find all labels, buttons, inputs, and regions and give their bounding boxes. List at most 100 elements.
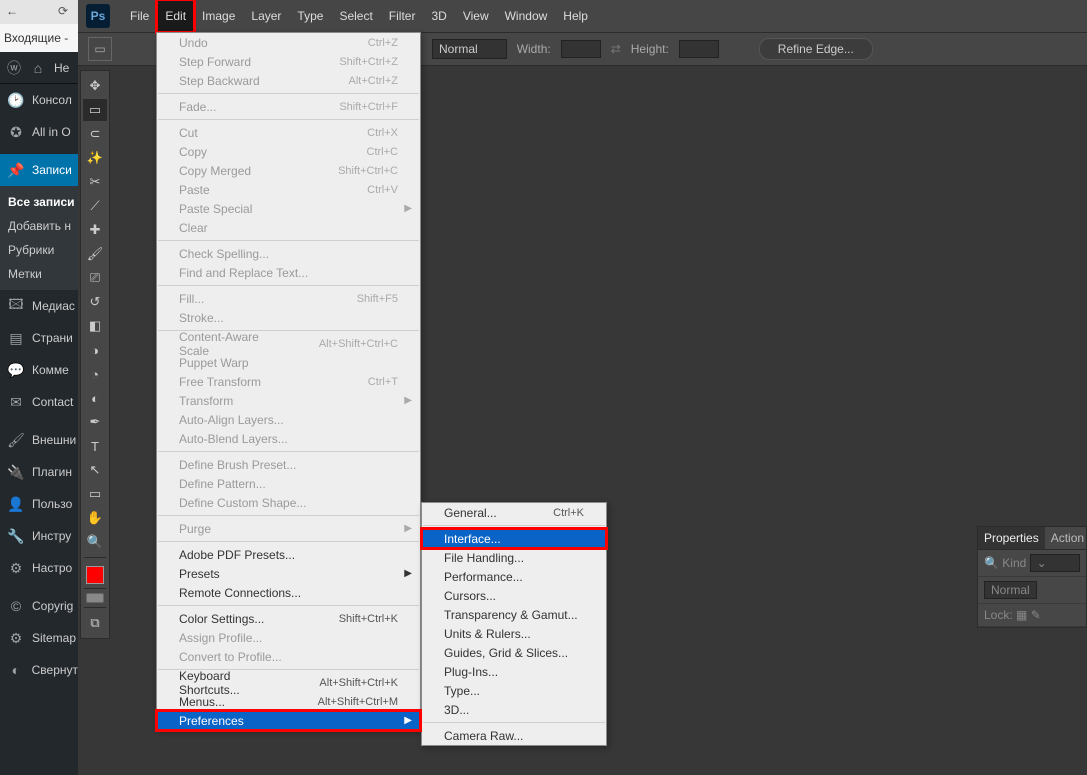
preferences-menu-item[interactable]: Units & Rulers...	[422, 624, 606, 643]
wp-menu-icon: ◐	[8, 662, 24, 678]
menu-item-shortcut: Ctrl+K	[553, 507, 584, 519]
browser-tab[interactable]: Входящие -	[0, 24, 78, 52]
wand-tool[interactable]: ✨	[83, 147, 107, 169]
edit-menu-item: Assign Profile...	[157, 628, 420, 647]
kind-select[interactable]: ⌄	[1030, 554, 1080, 572]
quickmask-toggle[interactable]	[86, 593, 104, 603]
edit-menu-item: Paste Special▶	[157, 199, 420, 218]
wp-submenu-item[interactable]: Метки	[8, 262, 78, 286]
kind-label: Kind	[1002, 556, 1026, 570]
foreground-color-swatch[interactable]	[86, 566, 104, 584]
brush-tool[interactable]: 🖌	[83, 243, 107, 265]
browser-refresh-icon[interactable]: ⟳	[58, 4, 68, 18]
eyedrop-tool[interactable]: ⟋	[83, 195, 107, 217]
hand-tool[interactable]: ✋	[83, 507, 107, 529]
menu-type[interactable]: Type	[289, 0, 331, 32]
preferences-menu-item[interactable]: Guides, Grid & Slices...	[422, 643, 606, 662]
wp-submenu-item[interactable]: Все записи	[8, 190, 78, 214]
wp-menu-item[interactable]: ▤Страни	[0, 322, 78, 354]
preferences-menu-item[interactable]: Transparency & Gamut...	[422, 605, 606, 624]
menu-item-label: Puppet Warp	[179, 356, 398, 370]
menu-filter[interactable]: Filter	[381, 0, 424, 32]
menu-layer[interactable]: Layer	[243, 0, 289, 32]
edit-menu-item[interactable]: Presets▶	[157, 564, 420, 583]
blend-mode-select[interactable]: Normal	[984, 581, 1037, 599]
screen-mode-icon[interactable]: ⧉	[83, 612, 107, 634]
eraser-tool[interactable]: ◧	[83, 315, 107, 337]
wp-menu-item[interactable]: 💬Комме	[0, 354, 78, 386]
wp-menu-item[interactable]: ✉Contact	[0, 386, 78, 418]
wp-admin-bar[interactable]: ⓦ ⌂ Не	[0, 52, 78, 84]
lock-pixels-icon[interactable]: ✎	[1031, 608, 1041, 622]
menu-edit[interactable]: Edit	[157, 0, 194, 32]
wp-submenu-item[interactable]: Рубрики	[8, 238, 78, 262]
edit-menu-item[interactable]: Keyboard Shortcuts...Alt+Shift+Ctrl+K	[157, 673, 420, 692]
preferences-menu-item[interactable]: General...Ctrl+K	[422, 503, 606, 522]
menu-item-label: Paste	[179, 183, 335, 197]
stamp-tool[interactable]: ⎚	[83, 267, 107, 289]
preferences-menu-item[interactable]: Plug-Ins...	[422, 662, 606, 681]
history-tool[interactable]: ↺	[83, 291, 107, 313]
wp-menu-item[interactable]: 🕑Консол	[0, 84, 78, 116]
wp-submenu-item[interactable]: Добавить н	[8, 214, 78, 238]
wp-menu-item[interactable]: 👤Пользо	[0, 488, 78, 520]
edit-menu-item[interactable]: Adobe PDF Presets...	[157, 545, 420, 564]
browser-back-icon[interactable]: ←	[6, 4, 22, 20]
menu-3d[interactable]: 3D	[423, 0, 454, 32]
wp-menu-label: Copyrig	[32, 599, 73, 613]
menu-item-label: Color Settings...	[179, 612, 307, 626]
type-tool[interactable]: T	[83, 435, 107, 457]
wp-menu-item[interactable]: ⚙Sitemap	[0, 622, 78, 654]
edit-menu-item[interactable]: Remote Connections...	[157, 583, 420, 602]
wp-menu-item[interactable]: 🔧Инстру	[0, 520, 78, 552]
edit-menu-item[interactable]: Color Settings...Shift+Ctrl+K	[157, 609, 420, 628]
heal-tool[interactable]: ✚	[83, 219, 107, 241]
dodge-tool[interactable]: ◐	[83, 387, 107, 409]
wp-menu-item[interactable]: 🖾Медиас	[0, 290, 78, 322]
shape-tool[interactable]: ▭	[83, 483, 107, 505]
marquee-tool[interactable]: ▭	[83, 99, 107, 121]
lasso-tool[interactable]: ⊂	[83, 123, 107, 145]
wp-menu-item[interactable]: 📌Записи	[0, 154, 78, 186]
pen-tool[interactable]: ✒	[83, 411, 107, 433]
lock-icon[interactable]: ▦	[1016, 608, 1027, 622]
crop-tool[interactable]: ✂	[83, 171, 107, 193]
preferences-menu-item[interactable]: Camera Raw...	[422, 726, 606, 745]
menu-window[interactable]: Window	[497, 0, 556, 32]
menu-help[interactable]: Help	[555, 0, 596, 32]
menu-image[interactable]: Image	[194, 0, 243, 32]
blur-tool[interactable]: ◔	[83, 363, 107, 385]
menu-view[interactable]: View	[455, 0, 497, 32]
preferences-menu-item[interactable]: Cursors...	[422, 586, 606, 605]
move-tool[interactable]: ✥	[83, 75, 107, 97]
menu-file[interactable]: File	[122, 0, 157, 32]
preferences-menu-item[interactable]: Performance...	[422, 567, 606, 586]
menu-select[interactable]: Select	[331, 0, 380, 32]
refine-edge-button[interactable]: Refine Edge...	[759, 38, 873, 60]
preferences-menu-item[interactable]: Type...	[422, 681, 606, 700]
wp-menu-item[interactable]: ©Copyrig	[0, 590, 78, 622]
menu-item-shortcut: Ctrl+X	[367, 127, 398, 139]
wp-menu-item[interactable]: ✪All in O	[0, 116, 78, 148]
edit-menu-item[interactable]: Preferences▶	[157, 711, 420, 730]
wp-menu-item[interactable]: 🔌Плагин	[0, 456, 78, 488]
menu-item-label: Auto-Blend Layers...	[179, 432, 398, 446]
tab-properties[interactable]: Properties	[978, 527, 1045, 549]
menu-item-label: Undo	[179, 36, 336, 50]
preferences-menu-item[interactable]: 3D...	[422, 700, 606, 719]
menu-item-label: Remote Connections...	[179, 586, 398, 600]
browser-tab-label: Входящие -	[4, 31, 68, 45]
marquee-tool-icon[interactable]: ▭	[88, 37, 112, 61]
wp-menu-item[interactable]: ⚙Настро	[0, 552, 78, 584]
wp-menu-item[interactable]: ◐Свернут	[0, 654, 78, 686]
gradient-tool[interactable]: ◑	[83, 339, 107, 361]
zoom-tool[interactable]: 🔍	[83, 531, 107, 553]
tab-actions[interactable]: Action	[1045, 527, 1087, 549]
preferences-menu-item[interactable]: File Handling...	[422, 548, 606, 567]
preferences-menu-item[interactable]: Interface...	[422, 529, 606, 548]
wp-menu-item[interactable]: 🖌Внешни	[0, 424, 78, 456]
edit-menu-item[interactable]: Menus...Alt+Shift+Ctrl+M	[157, 692, 420, 711]
path-tool[interactable]: ↖	[83, 459, 107, 481]
style-select[interactable]: Normal	[432, 39, 507, 59]
submenu-arrow-icon: ▶	[404, 203, 412, 214]
